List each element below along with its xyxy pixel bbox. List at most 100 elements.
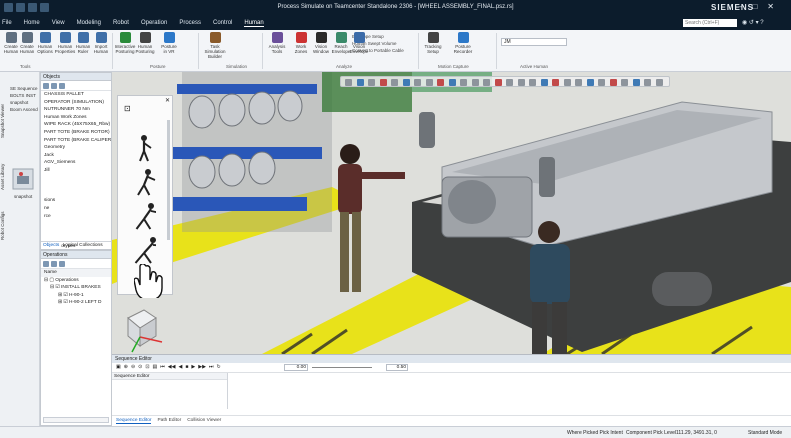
tree-node[interactable]: CHASSIS PALLET (41, 91, 111, 99)
operation-node[interactable]: ⊞ ☑ H-90-1 (41, 292, 111, 300)
human-properties-button[interactable]: Human Properties (55, 32, 75, 54)
menu-tab-operation[interactable]: Operation (141, 20, 167, 27)
sort-icon[interactable] (59, 261, 65, 267)
posture-walk-icon[interactable] (132, 168, 156, 196)
tab-collision-viewer[interactable]: Collision Viewer (187, 416, 221, 424)
operation-node[interactable]: ⊟ ☑ INSTALL BRAKES (41, 284, 111, 292)
close-icon[interactable]: ✕ (165, 97, 170, 104)
minimize-button[interactable]: – (738, 2, 742, 11)
interactive-posturing-button[interactable]: Interactive Posturing (115, 32, 135, 54)
playback-icon[interactable]: ↻ (216, 364, 220, 370)
viewer-tool-icon[interactable] (563, 79, 571, 86)
expand-icon[interactable] (43, 83, 49, 89)
playback-icon[interactable]: ▶▶ (198, 364, 206, 370)
pick-intent[interactable]: Where Picked Pick Intent (567, 430, 623, 436)
tab-logical-collections[interactable]: Logical Collections (63, 243, 103, 248)
tree-node[interactable]: NUTRUNNER 70 Nm (41, 106, 111, 114)
menu-tab-human[interactable]: Human (244, 20, 264, 27)
viewer-tool-icon[interactable] (414, 79, 421, 86)
playback-icon[interactable]: ⏮ (160, 364, 165, 370)
tree-node[interactable]: Jack (41, 152, 111, 160)
playback-icon[interactable]: ▤ (153, 364, 158, 370)
tree-node[interactable] (41, 190, 111, 198)
sort-icon[interactable] (59, 83, 65, 89)
viewer-tool-icon[interactable] (529, 79, 536, 86)
viewer-tool-icon[interactable] (575, 79, 582, 86)
tree-node[interactable] (41, 228, 111, 236)
viewer-tool-icon[interactable] (644, 79, 651, 86)
playback-icon[interactable]: ⊡ (145, 364, 149, 370)
viewer-tool-icon[interactable] (494, 79, 502, 86)
playback-icon[interactable]: ⊙ (138, 364, 142, 370)
viewer-tool-icon[interactable] (586, 79, 594, 86)
tree-node[interactable]: WIPE RACK (45X75X65_Rbw) (41, 121, 111, 129)
playback-icon[interactable]: ■ (185, 364, 188, 370)
menu-tab-modeling[interactable]: Modeling (77, 20, 101, 27)
filter-icon[interactable] (51, 261, 57, 267)
tree-node[interactable] (41, 175, 111, 183)
graphic-viewer[interactable]: ✕ ⊡ (112, 72, 791, 354)
viewer-item[interactable]: snapshot (14, 194, 32, 199)
viewer-tool-icon[interactable] (517, 79, 525, 86)
viewer-tool-icon[interactable] (598, 79, 605, 86)
pick-level[interactable]: Component Pick Level (626, 430, 676, 436)
viewer-tool-icon[interactable] (460, 79, 467, 86)
viewer-tool-icon[interactable] (402, 79, 410, 86)
human-posturing-button[interactable]: Human Posturing (136, 32, 155, 54)
maximize-button[interactable]: □ (752, 2, 757, 11)
close-button[interactable]: ✕ (767, 2, 774, 11)
viewer-tool-icon[interactable] (448, 79, 456, 86)
menu-tab-view[interactable]: View (52, 20, 65, 27)
menu-tab-process[interactable]: Process (179, 20, 201, 27)
viewer-tool-icon[interactable] (471, 79, 479, 86)
work-zones-button[interactable]: Work Zones (290, 32, 312, 54)
operation-node[interactable]: ⊟ ▢ Operations (41, 277, 111, 285)
tree-node[interactable] (41, 220, 111, 228)
tree-node[interactable]: sions (41, 197, 111, 205)
posture-lean-icon[interactable] (132, 236, 156, 264)
posture-crouch-icon[interactable] (132, 202, 156, 230)
viewer-item[interactable]: snapshot (10, 100, 28, 105)
tree-node[interactable]: Geometry (41, 144, 111, 152)
viewer-tool-icon[interactable] (609, 79, 617, 86)
task-simulation-builder-button[interactable]: Task Simulation Builder (204, 32, 226, 59)
playback-icon[interactable]: ◀◀ (168, 364, 176, 370)
human-ruler-button[interactable]: Human Ruler (74, 32, 92, 54)
tree-node[interactable]: Jill (41, 167, 111, 175)
snapshot-thumbnail[interactable] (12, 168, 34, 190)
part-rack[interactable] (167, 72, 332, 232)
playback-icon[interactable]: ▶ (191, 364, 195, 370)
menu-tab-home[interactable]: Home (24, 20, 40, 27)
operation-node[interactable]: ⊞ ☑ H-90-2 LEFT D (41, 299, 111, 307)
viewer-item[interactable]: SE Sequence (10, 86, 38, 91)
tracking-setup-button[interactable]: Tracking Setup (422, 32, 444, 54)
playback-icon[interactable]: ◀ (179, 364, 183, 370)
posture-recorder-button[interactable]: Posture Recorder (452, 32, 474, 54)
viewer-tool-icon[interactable] (655, 79, 663, 86)
viewer-tool-icon[interactable] (391, 79, 398, 86)
menu-tab-robot[interactable]: Robot (113, 20, 129, 27)
playback-icon[interactable]: ⏭ (209, 364, 214, 370)
search-input[interactable]: Search (Ctrl+F) (683, 19, 737, 27)
horizontal-scrollbar[interactable] (43, 417, 109, 423)
viewer-tool-icon[interactable] (632, 79, 640, 86)
step-field[interactable]: 0.50 (386, 364, 408, 371)
tab-snapshot-viewer[interactable]: Snapshot Viewer (0, 78, 7, 138)
viewer-tool-icon[interactable] (483, 79, 490, 86)
playback-icon[interactable]: ▣ (116, 364, 121, 370)
tree-node[interactable]: Human Work Zones (41, 114, 111, 122)
scene-3d[interactable] (112, 72, 791, 354)
human-options-button[interactable]: Human Options (36, 32, 54, 54)
viewer-tool-icon[interactable] (345, 79, 352, 86)
viewer-tool-icon[interactable] (437, 79, 444, 86)
tab-robot-configs[interactable]: Robot Configs (0, 196, 7, 240)
tree-node[interactable]: PART TOTE (BRAKE ROTOR) (41, 129, 111, 137)
posture-stand-icon[interactable] (132, 134, 156, 162)
playback-icon[interactable]: ⊖ (131, 364, 135, 370)
time-slider[interactable] (312, 367, 372, 368)
vision-envelope-button[interactable]: Vision Envelope (348, 32, 370, 54)
viewer-item[interactable]: BOLTS INST (10, 93, 36, 98)
playback-icon[interactable]: ⊕ (124, 364, 128, 370)
tab-asset-library[interactable]: Asset Library (0, 144, 7, 190)
menu-tab-control[interactable]: Control (213, 20, 232, 27)
